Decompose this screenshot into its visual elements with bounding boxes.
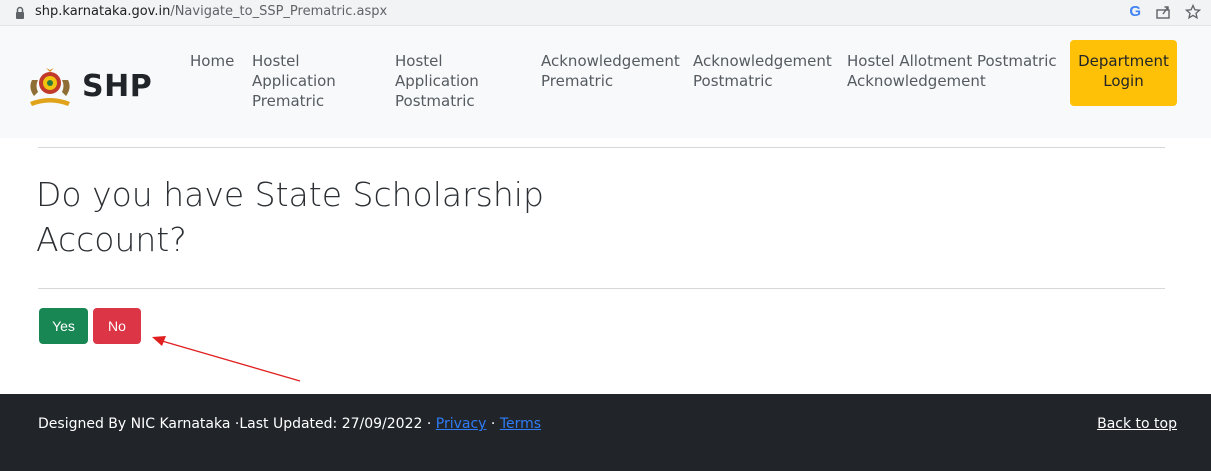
star-icon[interactable] [1185, 3, 1201, 20]
terms-link[interactable]: Terms [500, 416, 541, 432]
footer-separator: · [486, 416, 500, 432]
navbar: SHP Home Hostel Application Prematric Ho… [0, 26, 1211, 138]
divider-bottom [38, 288, 1165, 289]
nav-home[interactable]: Home [190, 51, 234, 71]
no-button[interactable]: No [93, 308, 141, 344]
nav-acknowledgement-postmatric[interactable]: Acknowledgement Postmatric [693, 51, 843, 91]
browser-actions: G [1129, 3, 1201, 20]
footer: Designed By NIC Karnataka ·Last Updated:… [0, 394, 1211, 471]
brand-link[interactable]: SHP [24, 66, 152, 106]
brand-name: SHP [82, 68, 153, 104]
divider-top [38, 147, 1165, 148]
back-to-top-link[interactable]: Back to top [1097, 416, 1177, 432]
address-url[interactable]: shp.karnataka.gov.in/Navigate_to_SSP_Pre… [35, 4, 387, 19]
lock-icon [15, 5, 25, 19]
footer-designed-by: Designed By NIC Karnataka ·Last Updated:… [38, 416, 436, 432]
karnataka-emblem-icon [24, 66, 76, 106]
browser-address-bar[interactable]: shp.karnataka.gov.in/Navigate_to_SSP_Pre… [0, 0, 1211, 26]
nav-acknowledgement-prematric[interactable]: Acknowledgement Prematric [541, 51, 691, 91]
footer-credits: Designed By NIC Karnataka ·Last Updated:… [38, 416, 541, 432]
url-path: /Navigate_to_SSP_Prematric.aspx [170, 4, 388, 19]
page-title: Do you have State Scholarship Account? [36, 175, 544, 259]
google-icon[interactable]: G [1129, 3, 1141, 20]
share-icon[interactable] [1155, 4, 1171, 20]
privacy-link[interactable]: Privacy [436, 416, 487, 432]
department-login-button[interactable]: Department Login [1070, 40, 1177, 106]
nav-hostel-allotment-postmatric-acknowledgement[interactable]: Hostel Allotment Postmatric Acknowledgem… [847, 51, 1062, 91]
url-host: shp.karnataka.gov.in [35, 4, 171, 19]
nav-hostel-application-postmatric[interactable]: Hostel Application Postmatric [395, 51, 505, 111]
nav-hostel-application-prematric[interactable]: Hostel Application Prematric [252, 51, 362, 111]
yes-button[interactable]: Yes [39, 308, 88, 344]
